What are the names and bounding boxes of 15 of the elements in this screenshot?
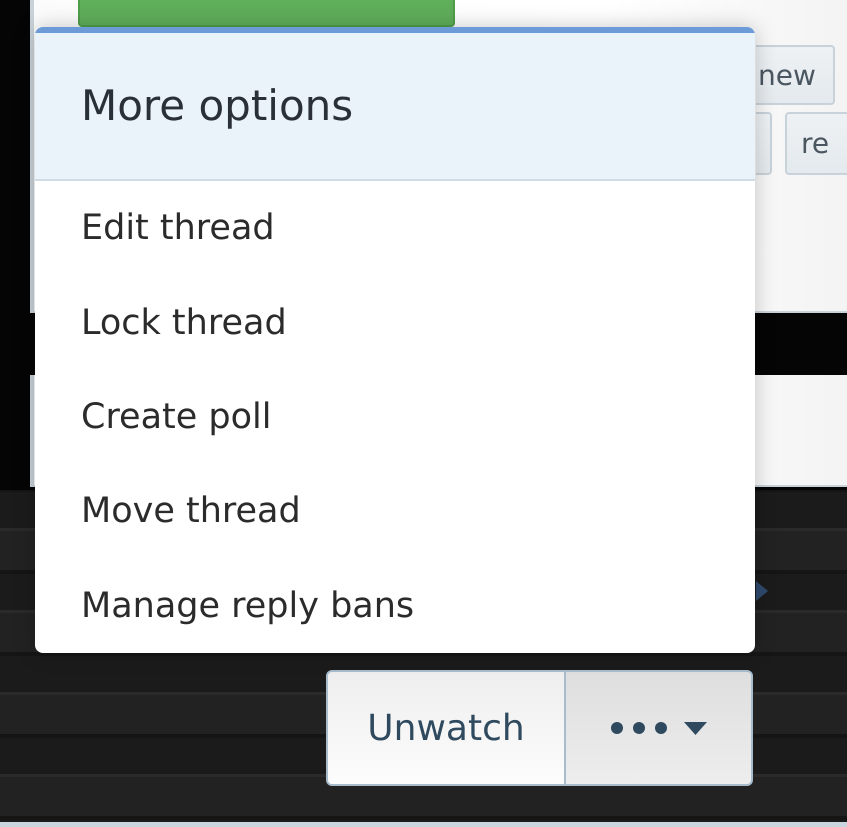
unwatch-button[interactable]: Unwatch [326,670,566,786]
menu-item[interactable]: Lock thread [35,275,755,370]
action-button[interactable] [78,0,455,27]
menu-item[interactable]: Manage reply bans [35,558,755,653]
triangle-icon [756,581,768,601]
menu-item[interactable]: Move thread [35,464,755,559]
more-icon [610,722,666,734]
tool-button[interactable]: new [756,45,835,105]
caret-icon [684,722,706,734]
tool-button[interactable]: re [785,112,847,175]
menu-item[interactable]: Edit thread [35,181,755,276]
more-options-button[interactable] [566,670,753,786]
menu-item[interactable]: Create poll [35,370,755,464]
menu-title: More options [81,80,354,132]
tool-button[interactable] [756,112,772,175]
